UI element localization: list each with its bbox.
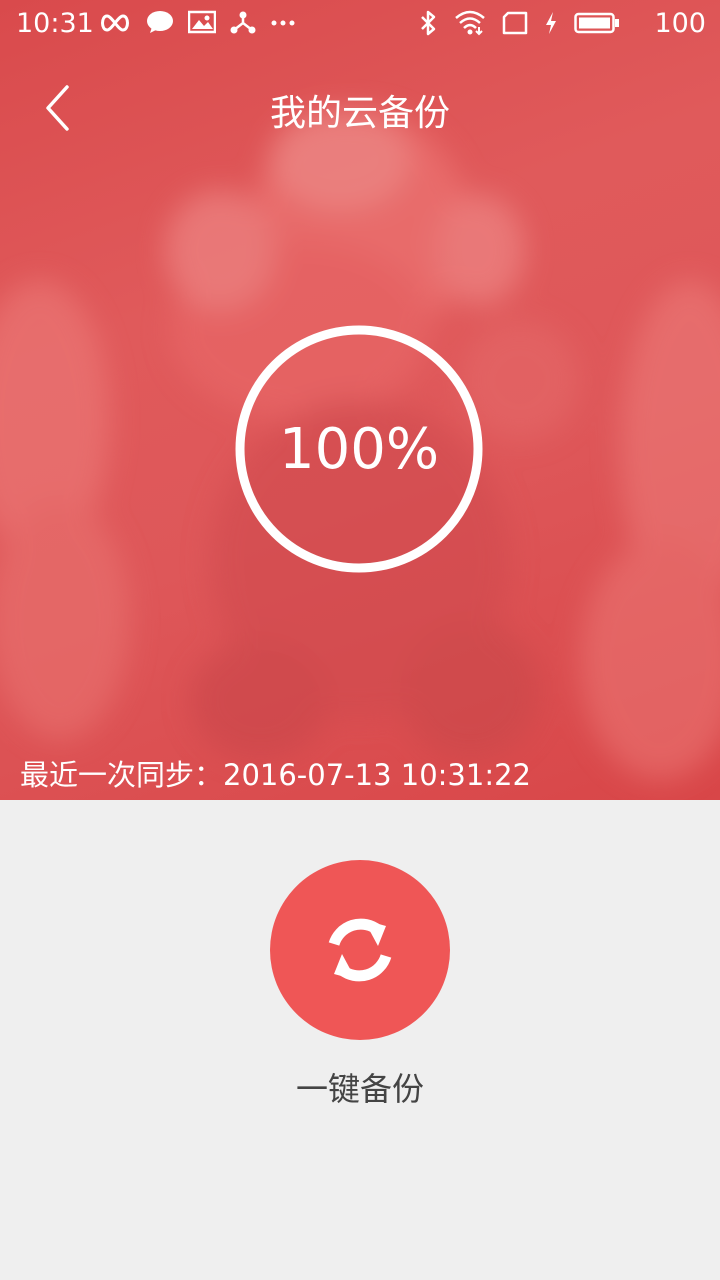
bluetooth-icon bbox=[418, 10, 438, 43]
progress-percent: 100% bbox=[278, 416, 440, 482]
share-hub-icon bbox=[230, 10, 256, 41]
last-sync-text: 最近一次同步：2016-07-13 10:31:22 bbox=[20, 758, 531, 792]
sync-arrows-icon bbox=[328, 918, 392, 982]
sim-icon bbox=[502, 11, 528, 42]
page-title: 我的云备份 bbox=[269, 93, 450, 134]
charging-icon bbox=[544, 11, 558, 42]
hero-banner: 10:31 100 我的云备份 100% 最近一次同步：2016-07-13 1… bbox=[0, 0, 720, 800]
one-click-backup-label: 一键备份 bbox=[295, 1070, 424, 1108]
wifi-icon bbox=[454, 10, 486, 43]
action-panel: 一键备份 bbox=[0, 800, 720, 1280]
battery-level-text: 100 bbox=[654, 8, 706, 39]
status-right-icons bbox=[418, 10, 620, 43]
status-left-icons bbox=[98, 10, 296, 41]
status-bar: 10:31 100 bbox=[0, 0, 720, 50]
one-click-backup-button[interactable] bbox=[270, 860, 450, 1040]
battery-icon bbox=[574, 11, 620, 42]
title-bar: 我的云备份 bbox=[0, 70, 720, 146]
chat-icon bbox=[146, 10, 174, 41]
infinity-icon bbox=[98, 10, 132, 41]
status-time: 10:31 bbox=[16, 8, 94, 39]
more-dots-icon bbox=[270, 10, 296, 41]
image-icon bbox=[187, 10, 217, 41]
